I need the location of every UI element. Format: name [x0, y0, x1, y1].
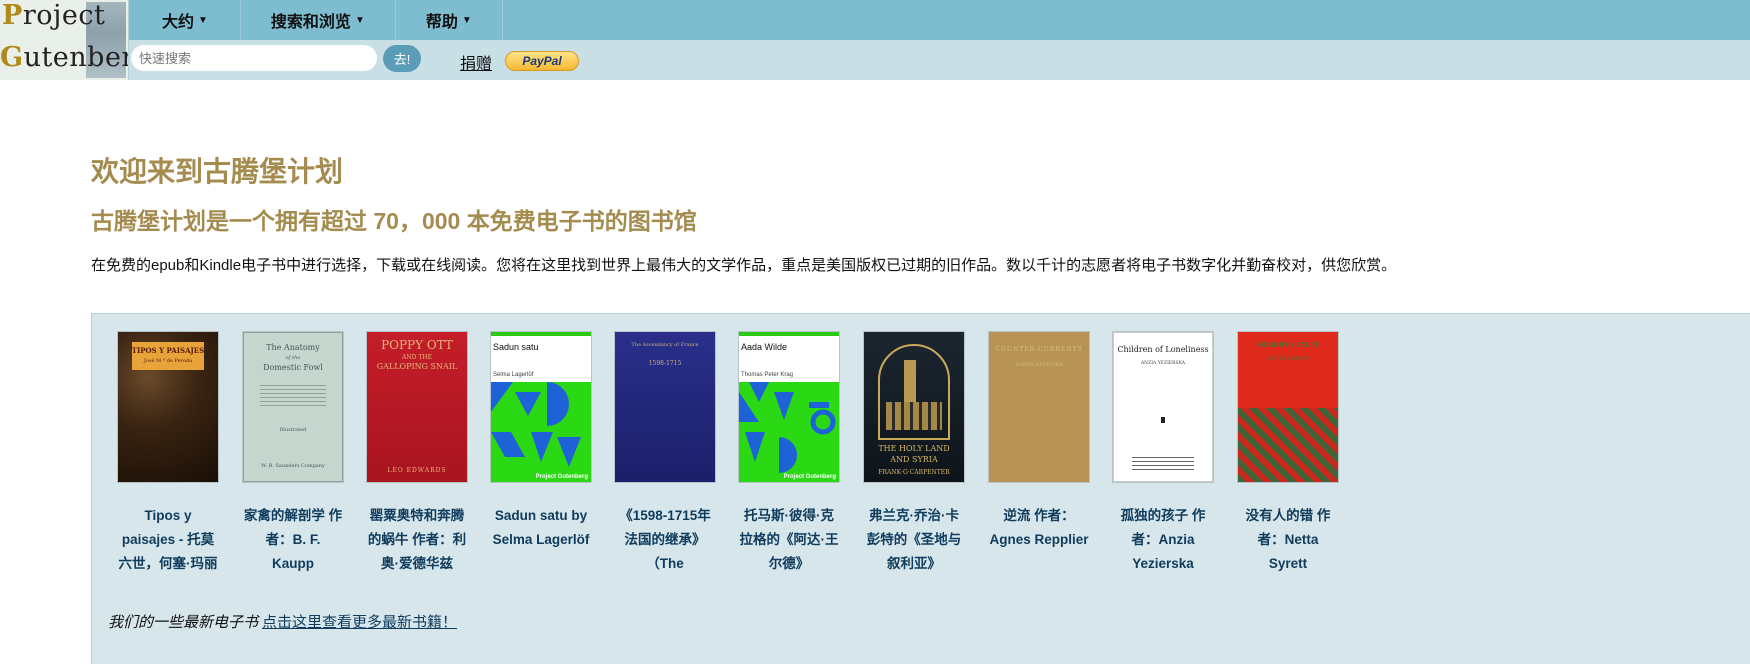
book-cover[interactable]: POPPY OTT AND THE GALLOPING SNAIL LEO ED…: [367, 332, 467, 482]
caret-down-icon: ▼: [354, 14, 365, 26]
book-caption[interactable]: Sadun satu by Selma Lagerlöf: [491, 504, 591, 576]
book-item[interactable]: The Ascendancy of France 1598-1715 《1598…: [615, 332, 717, 576]
book-item[interactable]: NOBODY'S FAULT NETTA SYRETT 没有人的错 作者：Net…: [1238, 332, 1340, 576]
book-cover[interactable]: TIPOS Y PAISAJES José M.ª de Pereda: [118, 332, 218, 482]
pattern-graphic: [739, 382, 836, 473]
book-caption[interactable]: Tipos y paisajes - 托莫六世，何塞·玛丽: [118, 504, 218, 576]
quick-search-input[interactable]: [131, 45, 377, 71]
book-item[interactable]: Sadun satu Selma Lagerlöf Project Gutenb…: [491, 332, 593, 576]
book-cover[interactable]: Sadun satu Selma Lagerlöf Project Gutenb…: [491, 332, 591, 482]
main-nav: 大约 ▼ 搜索和浏览 ▼ 帮助 ▼: [128, 0, 503, 40]
search-go-button[interactable]: 去!: [383, 45, 421, 72]
donate-link[interactable]: 捐赠: [460, 50, 492, 74]
book-cover[interactable]: Children of Loneliness ANZIA YEZIERSKA: [1113, 332, 1213, 482]
paypal-button[interactable]: PayPal: [505, 51, 579, 71]
nav-help[interactable]: 帮助 ▼: [396, 0, 503, 40]
logo-word-gutenberg: Gutenberg: [0, 42, 128, 73]
book-caption[interactable]: 家禽的解剖学 作者：B. F. Kaupp: [243, 504, 343, 576]
book-item[interactable]: Aada Wilde Thomas Peter Krag Project Gut…: [739, 332, 841, 576]
book-item[interactable]: TIPOS Y PAISAJES José M.ª de Pereda Tipo…: [118, 332, 220, 576]
site-header: Project Gutenberg 大约▼ 搜索和浏览▼ 帮助▼ 去! 捐赠 P…: [0, 0, 1750, 80]
book-caption[interactable]: 逆流 作者：Agnes Repplier: [989, 504, 1089, 576]
nav-search-and-browse[interactable]: 搜索和浏览 ▼: [241, 0, 396, 40]
book-cover[interactable]: THE HOLY LAND AND SYRIA FRANK·G·CARPENTE…: [864, 332, 964, 482]
caret-down-icon: ▼: [198, 14, 208, 26]
book-item[interactable]: Children of Loneliness ANZIA YEZIERSKA 孤…: [1113, 332, 1215, 576]
intro-text: 在免费的epub和Kindle电子书中进行选择，下载或在线阅读。您将在这里找到世…: [91, 257, 1397, 274]
book-caption[interactable]: 罂粟奥特和奔腾的蜗牛 作者：利奥·爱德华兹: [367, 504, 467, 576]
book-cover[interactable]: The Anatomy of the Domestic Fowl Illustr…: [243, 332, 343, 482]
book-item[interactable]: THE HOLY LAND AND SYRIA FRANK·G·CARPENTE…: [864, 332, 966, 576]
more-latest-books-link[interactable]: 点击这里查看更多最新书籍！: [262, 614, 457, 631]
book-item[interactable]: COUNTER-CURRENTS AGNES REPPLIER 逆流 作者：Ag…: [989, 332, 1091, 576]
book-item[interactable]: POPPY OTT AND THE GALLOPING SNAIL LEO ED…: [367, 332, 469, 576]
latest-books-note: 我们的一些最新电子书 点击这里查看更多最新书籍！: [108, 614, 458, 631]
book-caption[interactable]: 《1598-1715年法国的继承》（The: [615, 504, 715, 576]
book-cover[interactable]: Aada Wilde Thomas Peter Krag Project Gut…: [739, 332, 839, 482]
pattern-graphic: [491, 382, 581, 467]
logo-word-project: Project: [2, 0, 106, 31]
book-caption[interactable]: 弗兰克·乔治·卡彭特的《圣地与叙利亚》: [864, 504, 964, 576]
page-subtitle: 古腾堡计划是一个拥有超过 70，000 本免费电子书的图书馆: [91, 208, 697, 234]
book-caption[interactable]: 孤独的孩子 作者：Anzia Yezierska: [1113, 504, 1213, 576]
book-caption[interactable]: 托马斯·彼得·克拉格的《阿达·王尔德》: [739, 504, 839, 576]
book-cover[interactable]: COUNTER-CURRENTS AGNES REPPLIER: [989, 332, 1089, 482]
page-title: 欢迎来到古腾堡计划: [91, 156, 344, 187]
book-item[interactable]: The Anatomy of the Domestic Fowl Illustr…: [243, 332, 345, 576]
book-caption[interactable]: 没有人的错 作者：Netta Syrett: [1238, 504, 1338, 576]
latest-books-panel: TIPOS Y PAISAJES José M.ª de Pereda Tipo…: [91, 313, 1750, 664]
project-gutenberg-logo[interactable]: Project Gutenberg: [0, 0, 129, 80]
nav-about[interactable]: 大约 ▼: [128, 0, 241, 40]
book-cover[interactable]: The Ascendancy of France 1598-1715: [615, 332, 715, 482]
book-cover[interactable]: NOBODY'S FAULT NETTA SYRETT: [1238, 332, 1338, 482]
caret-down-icon: ▼: [461, 14, 472, 26]
